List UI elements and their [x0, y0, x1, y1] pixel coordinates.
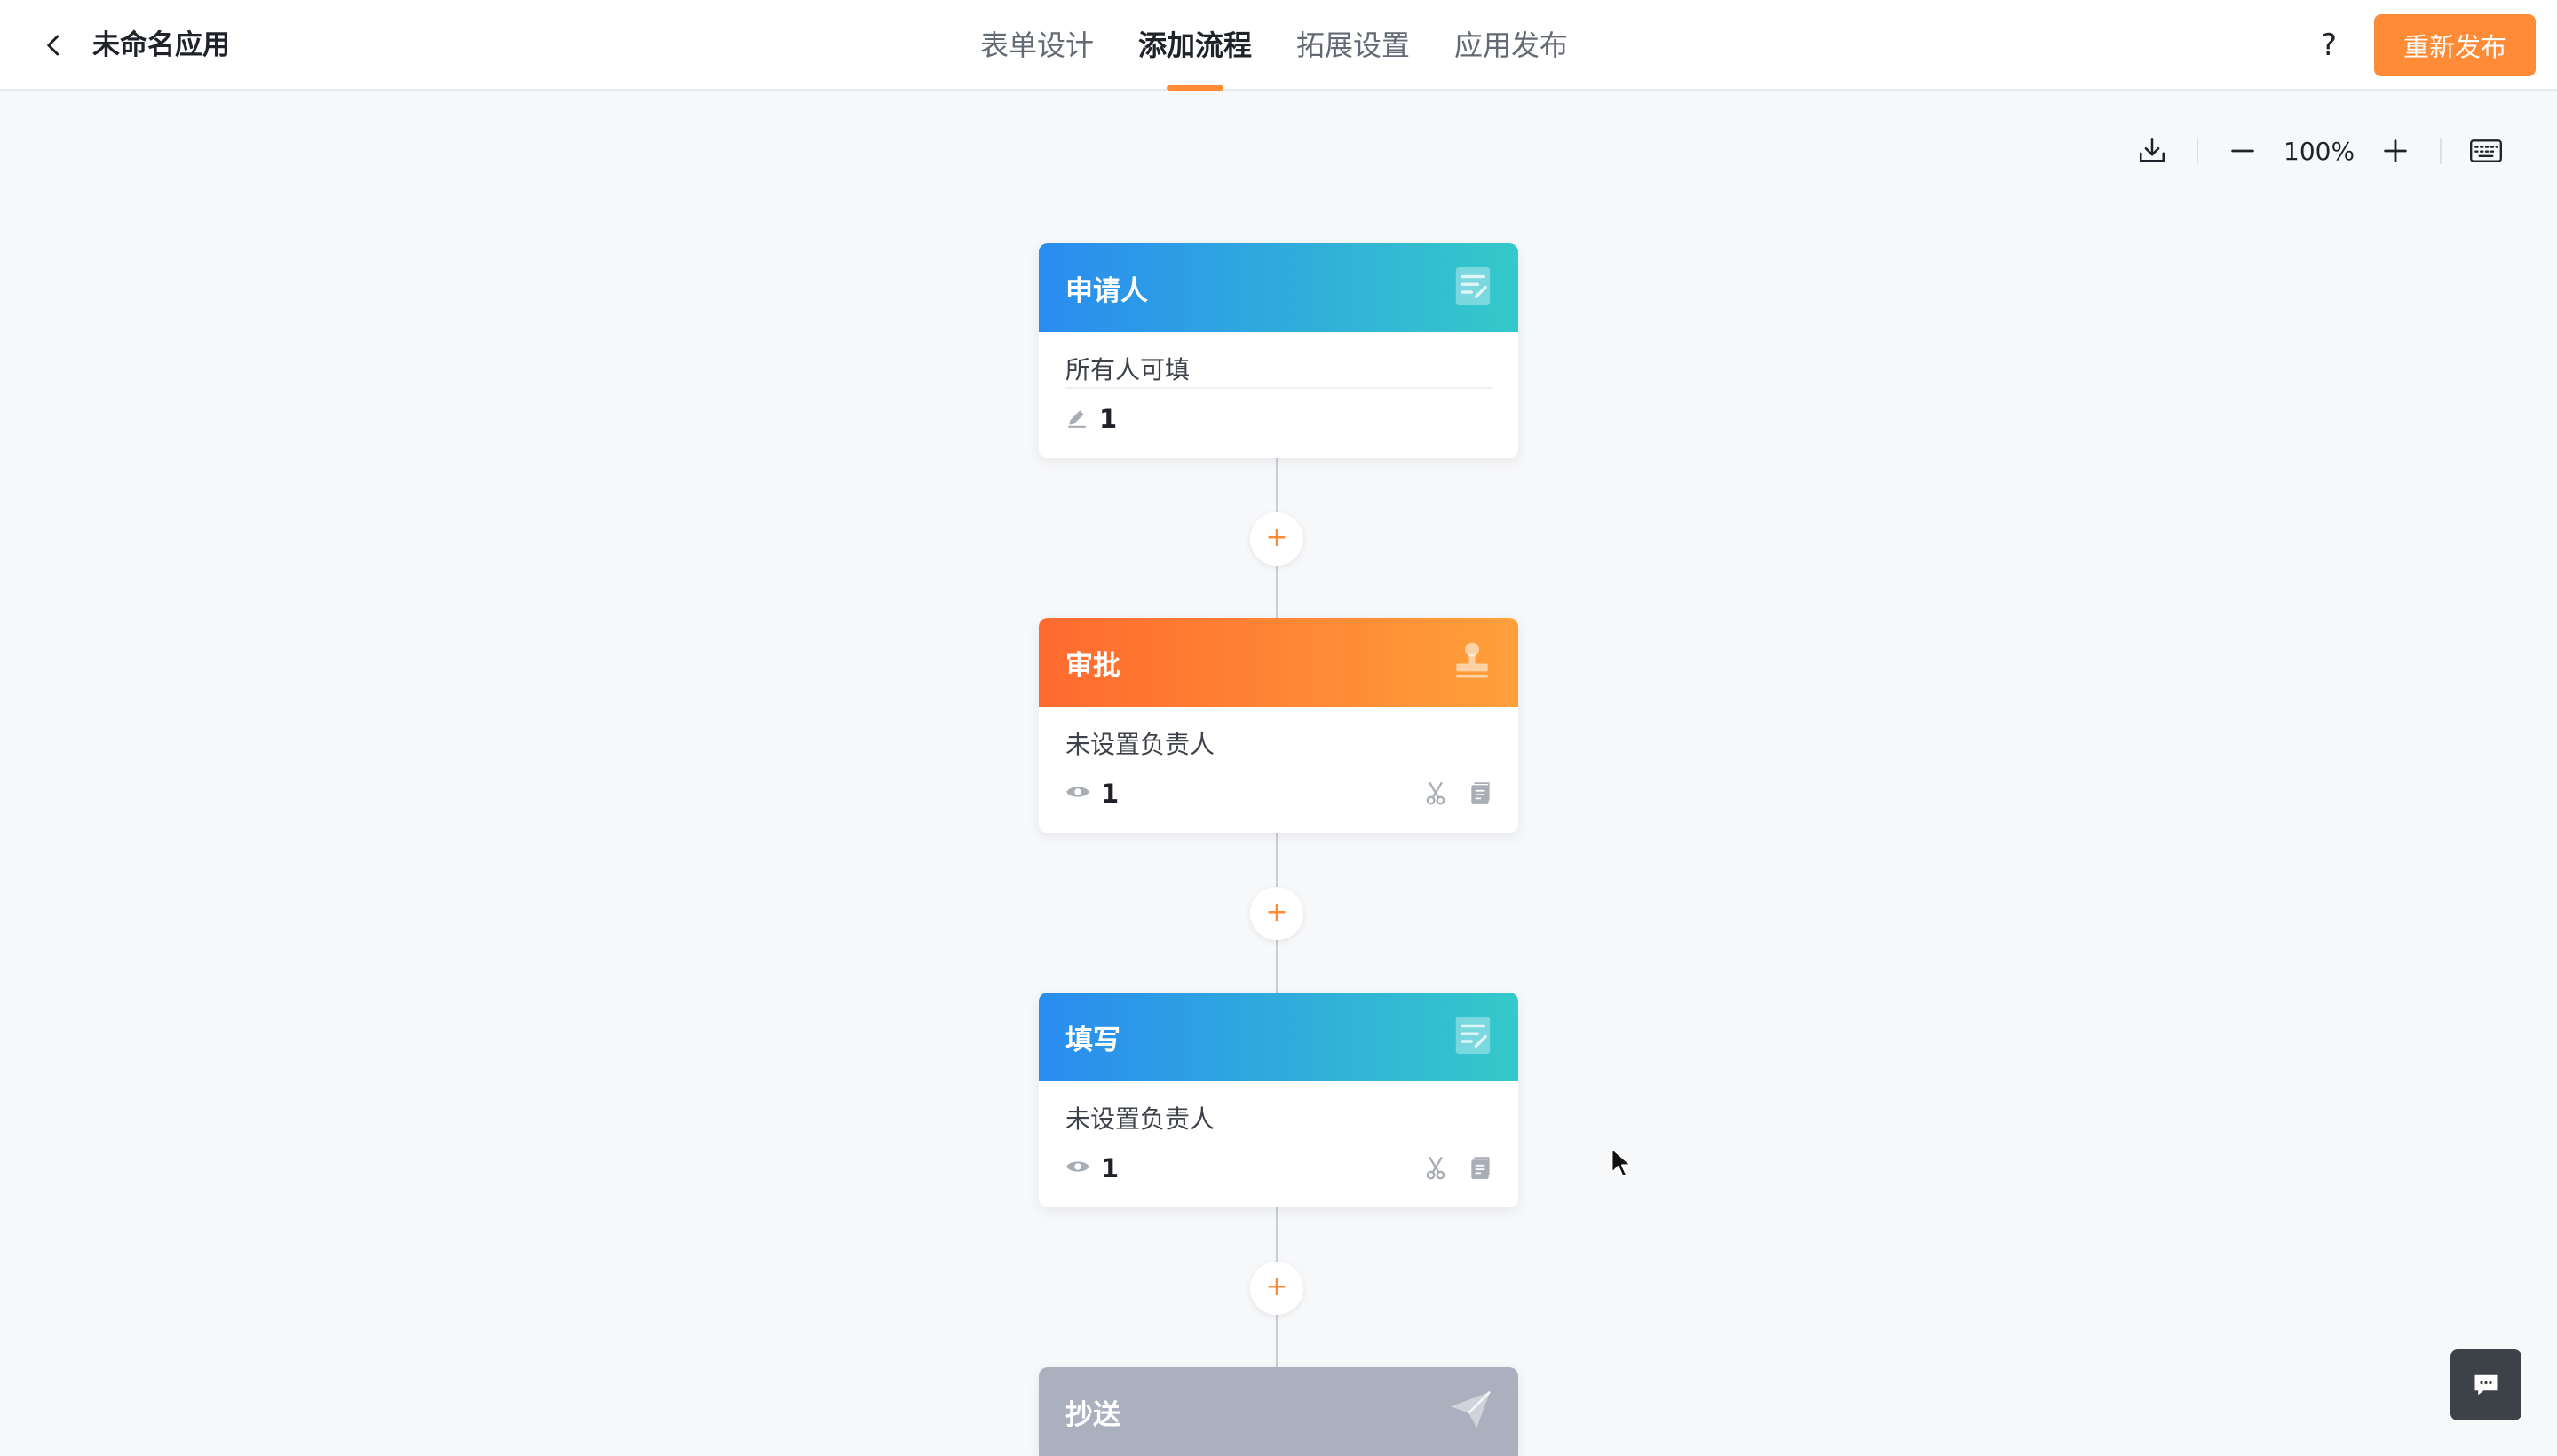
flow-node-approval[interactable]: 审批 未设置负责人 1 [1039, 618, 1518, 833]
add-node-button[interactable]: + [1250, 887, 1303, 940]
scissors-icon[interactable] [1424, 781, 1447, 806]
add-node-button[interactable]: + [1250, 1262, 1303, 1315]
chevron-left-icon [47, 35, 59, 56]
node-description: 未设置负责人 [1065, 1104, 1215, 1134]
add-node-button[interactable]: + [1250, 512, 1303, 566]
main-tabs: 表单设计 添加流程 拓展设置 应用发布 [977, 0, 1609, 91]
eye-icon [1065, 1157, 1090, 1180]
field-count: 1 [1101, 1153, 1120, 1183]
flow-node-fill[interactable]: 填写 未设置负责人 1 [1039, 993, 1518, 1207]
scissors-icon[interactable] [1424, 1156, 1447, 1181]
top-header: 未命名应用 表单设计 添加流程 拓展设置 应用发布 ? 重新发布 [0, 0, 2557, 91]
form-icon [1454, 1015, 1492, 1059]
download-icon[interactable] [2129, 128, 2175, 174]
eye-icon [1065, 782, 1090, 805]
node-title: 抄送 [1065, 1398, 1120, 1431]
node-description: 未设置负责人 [1065, 730, 1215, 759]
help-button[interactable]: ? [2310, 27, 2347, 64]
form-icon [1454, 265, 1492, 310]
tab-extension-settings[interactable]: 拓展设置 [1293, 0, 1413, 91]
keyboard-icon[interactable] [2463, 128, 2509, 174]
app-title: 未命名应用 [92, 29, 230, 61]
zoom-in-icon[interactable] [2372, 128, 2418, 174]
field-count: 1 [1099, 404, 1118, 434]
republish-button[interactable]: 重新发布 [2374, 14, 2536, 76]
flow-node-applicant[interactable]: 申请人 所有人可填 1 [1039, 243, 1518, 458]
copy-icon[interactable] [1468, 1156, 1492, 1181]
node-meta: 1 [1065, 392, 1492, 446]
node-description: 所有人可填 [1065, 352, 1492, 389]
node-title: 申请人 [1065, 274, 1148, 307]
edit-icon [1065, 406, 1089, 432]
chat-button[interactable] [2450, 1349, 2521, 1420]
node-meta: 1 [1065, 767, 1492, 820]
node-actions [1403, 781, 1492, 806]
toolbar-divider [2440, 138, 2442, 164]
node-header: 抄送 [1039, 1367, 1518, 1456]
back-button[interactable] [36, 27, 73, 64]
tab-form-design[interactable]: 表单设计 [977, 0, 1097, 91]
node-body: 未设置负责人 1 [1039, 707, 1518, 820]
chat-icon [2474, 1374, 2498, 1396]
help-icon: ? [2320, 28, 2338, 63]
zoom-out-icon[interactable] [2220, 128, 2266, 174]
copy-icon[interactable] [1468, 781, 1492, 806]
toolbar-divider [2197, 138, 2198, 164]
node-actions [1403, 1156, 1492, 1181]
node-title: 审批 [1065, 649, 1120, 682]
field-count: 1 [1101, 779, 1120, 809]
mouse-cursor-icon [1611, 1147, 1634, 1184]
node-header: 审批 [1039, 618, 1518, 707]
canvas-toolbar: 100% [2129, 128, 2509, 174]
node-body: 所有人可填 1 [1039, 332, 1518, 446]
stamp-icon [1453, 640, 1492, 684]
flow-node-cc[interactable]: 抄送 [1039, 1367, 1518, 1456]
node-header: 填写 [1039, 993, 1518, 1081]
node-header: 申请人 [1039, 243, 1518, 332]
node-body: 未设置负责人 1 [1039, 1081, 1518, 1195]
tab-add-process[interactable]: 添加流程 [1135, 0, 1255, 91]
node-title: 填写 [1065, 1024, 1120, 1056]
zoom-level: 100% [2284, 136, 2355, 166]
node-meta: 1 [1065, 1142, 1492, 1195]
tab-app-publish[interactable]: 应用发布 [1451, 0, 1571, 91]
send-icon [1449, 1389, 1492, 1434]
